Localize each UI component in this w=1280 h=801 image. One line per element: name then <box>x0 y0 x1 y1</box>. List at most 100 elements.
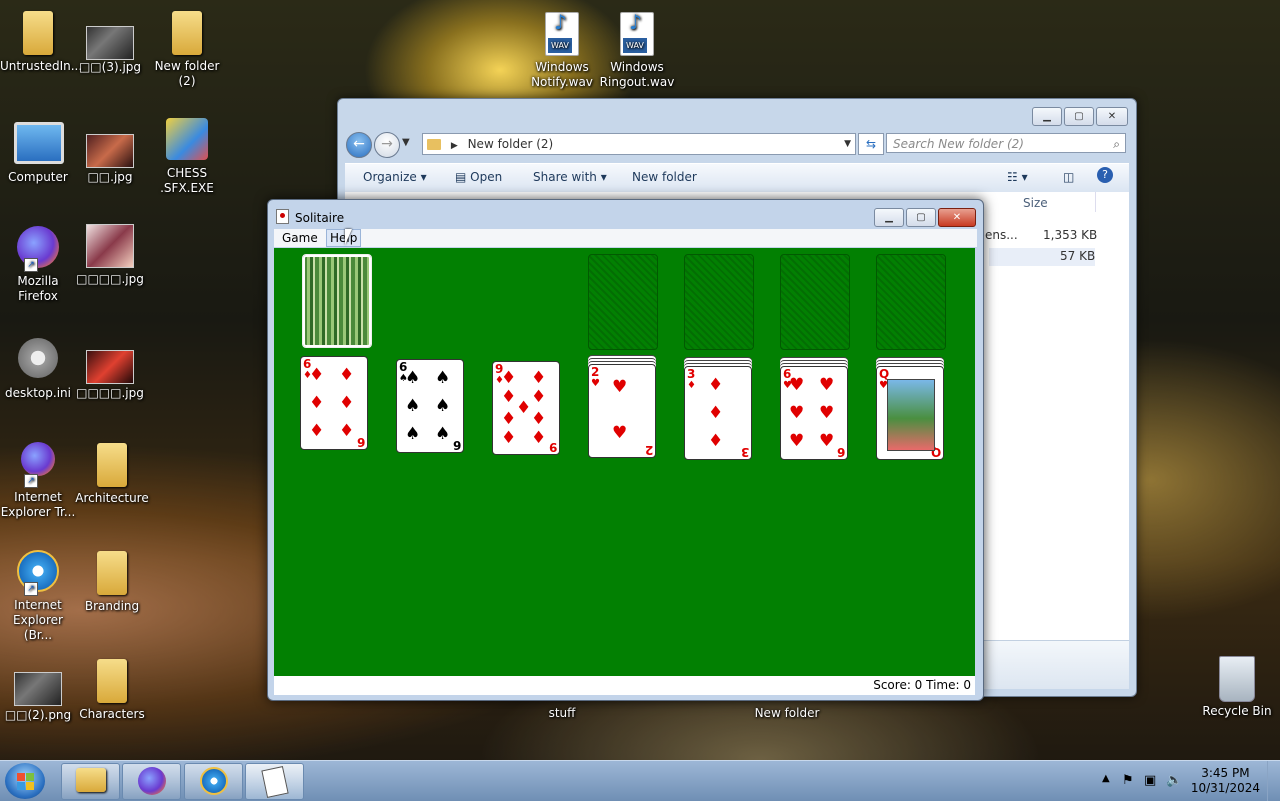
desktop-icon-ringout-wav[interactable]: Windows Ringout.wav <box>599 10 675 90</box>
card-pip: ♦ <box>501 387 517 407</box>
desktop-icon-label: Computer <box>8 170 68 184</box>
desktop-icon-computer[interactable]: Computer <box>0 118 76 185</box>
stock-pile[interactable] <box>302 254 372 348</box>
tableau-card-4[interactable]: 2 ♥ 2 ♥ ♥ <box>588 363 656 458</box>
column-divider <box>1095 192 1096 212</box>
computer-icon <box>14 122 64 168</box>
tableau-card-1[interactable]: 6 ♦ 6 ♦ ♦ ♦ ♦ ♦ ♦ <box>300 356 368 450</box>
taskbar-ie[interactable] <box>184 763 243 800</box>
foundation-slot-1[interactable] <box>588 254 658 350</box>
new-folder-button[interactable]: New folder <box>632 170 697 184</box>
desktop-icon-stuff[interactable]: stuff <box>524 706 600 721</box>
card-pip: ♥ <box>789 403 805 423</box>
card-pip: ♦ <box>708 375 724 395</box>
start-button[interactable] <box>5 763 45 799</box>
desktop-icon-characters[interactable]: Characters <box>74 656 150 722</box>
desktop-icon-label: New folder (2) <box>154 59 220 88</box>
desktop-icon-ie-tr[interactable]: ↗ Internet Explorer Tr... <box>0 440 76 520</box>
clock[interactable]: 3:45 PM 10/31/2024 <box>1191 766 1260 796</box>
column-size[interactable]: Size <box>1023 196 1048 210</box>
tableau-card-7[interactable]: Q ♥ Q <box>876 366 944 460</box>
share-with-button[interactable]: Share with ▾ <box>533 170 607 184</box>
foundation-slot-3[interactable] <box>780 254 850 350</box>
card-pip: ♠ <box>405 423 421 444</box>
desktop-icon-image-3[interactable]: □□(3).jpg <box>72 22 148 75</box>
maximize-button[interactable]: ▢ <box>1064 107 1094 126</box>
desktop-icon-untrusted[interactable]: UntrustedIn... <box>0 8 82 74</box>
view-options-icon[interactable]: ☷ ▾ <box>1007 170 1028 184</box>
menu-game[interactable]: Game <box>282 231 318 245</box>
card-pip: ♥ <box>819 375 835 395</box>
desktop-icon-label: Windows Notify.wav <box>531 60 593 89</box>
taskbar-firefox[interactable] <box>122 763 181 800</box>
card-pip: ♦ <box>531 428 547 448</box>
maximize-button[interactable]: ▢ <box>906 208 936 227</box>
desktop-icon-chess-exe[interactable]: CHESS .SFX.EXE <box>149 116 225 196</box>
desktop-icon-label: Internet Explorer Tr... <box>0 490 76 519</box>
foundation-slot-4[interactable] <box>876 254 946 350</box>
card-pip: ♦ <box>501 368 517 388</box>
tableau-card-2[interactable]: 6 ♠ 6 ♠ ♠ ♠ ♠ ♠ ♠ <box>396 358 464 453</box>
desktop-icon-desktop-ini[interactable]: desktop.ini <box>0 334 76 401</box>
menu-help[interactable]: Help <box>326 229 362 247</box>
score-time: Score: 0 Time: 0 <box>873 678 971 692</box>
organize-button[interactable]: Organize ▾ <box>363 170 427 184</box>
forward-button[interactable]: → <box>374 132 400 158</box>
folder-icon <box>88 659 136 705</box>
taskbar-solitaire[interactable] <box>245 763 304 800</box>
address-text: New folder (2) <box>467 137 554 151</box>
tableau-card-5[interactable]: 3 ♦ 3 ♦ ♦ ♦ <box>684 366 752 460</box>
recent-pages-chevron-icon[interactable]: ▼ <box>402 137 410 148</box>
minimize-button[interactable]: ▁ <box>874 208 904 227</box>
desktop-icon-recycle-bin[interactable]: Recycle Bin <box>1199 656 1275 719</box>
desktop-icon-label: Mozilla Firefox <box>17 274 59 303</box>
refresh-button[interactable]: ⇆ <box>858 133 884 155</box>
help-icon[interactable]: ? <box>1097 167 1113 183</box>
wav-icon <box>538 12 586 58</box>
desktop-icon-image[interactable]: □□.jpg <box>72 130 148 185</box>
desktop-icon-image-5[interactable]: □□□□.jpg <box>72 346 148 401</box>
image-icon <box>14 672 62 706</box>
desktop-icon-label: Characters <box>79 707 145 721</box>
desktop-icon-ie-br[interactable]: ↗ Internet Explorer (Br... <box>0 548 76 643</box>
preview-pane-icon[interactable]: ◫ <box>1063 170 1074 184</box>
card-pip: ♥ <box>789 431 805 451</box>
card-pip: ♥ <box>612 422 628 443</box>
address-dropdown-icon[interactable]: ▼ <box>844 134 851 154</box>
search-input[interactable]: Search New folder (2) ⌕ <box>886 133 1126 153</box>
desktop-icon-new-folder-2[interactable]: New folder (2) <box>149 8 225 89</box>
tableau-card-3[interactable]: 9 ♦ 9 ♦ ♦ ♦ ♦ ♦ ♦ ♦ ♦ ♦ <box>492 361 560 455</box>
address-bar[interactable]: ▶ New folder (2) ▼ <box>422 133 856 155</box>
game-table[interactable]: 6 ♦ 6 ♦ ♦ ♦ ♦ ♦ ♦ 6 ♠ 6 ♠ ♠ ♠ ♠ ♠ ♠ 9 ♦ 9 ♦ ♦ ♦ ♦ ♦ ♦ ♦ ♦ ♦ 2 ♥ 2 ♥ ♥ 3 ♦ 3 ♦ ♦… <box>274 248 975 676</box>
folder-user-icon <box>14 11 62 57</box>
image-icon <box>86 26 134 60</box>
tableau-card-6[interactable]: 6 ♥ 6 ♥ ♥ ♥ ♥ ♥ ♥ <box>780 366 848 460</box>
back-button[interactable]: ← <box>346 132 372 158</box>
card-pip: ♦ <box>501 409 517 429</box>
desktop-icon-label: Architecture <box>75 491 149 505</box>
taskbar-explorer[interactable] <box>61 763 120 800</box>
desktop-icon-architecture[interactable]: Architecture <box>74 440 150 506</box>
card-pip: ♠ <box>405 395 421 416</box>
desktop-icon-image-4[interactable]: □□□□.jpg <box>72 224 148 287</box>
desktop-icon-branding[interactable]: Branding <box>74 548 150 614</box>
close-button[interactable]: ✕ <box>938 208 976 227</box>
show-desktop-button[interactable] <box>1267 761 1280 801</box>
card-pip: ♦ <box>501 428 517 448</box>
desktop-icon-label: desktop.ini <box>5 386 71 400</box>
action-center-flag-icon[interactable]: ⚑ <box>1122 773 1134 788</box>
desktop-icon-notify-wav[interactable]: Windows Notify.wav <box>524 10 600 90</box>
open-button[interactable]: ▤ Open <box>455 170 502 184</box>
network-icon[interactable]: ▣ <box>1144 773 1156 788</box>
image-icon <box>86 134 134 168</box>
close-button[interactable]: ✕ <box>1096 107 1128 126</box>
card-pip: ♦ <box>309 365 325 385</box>
desktop-icon-png-2[interactable]: □□(2).png <box>0 668 76 723</box>
desktop-icon-new-folder[interactable]: New folder <box>749 706 825 721</box>
foundation-slot-2[interactable] <box>684 254 754 350</box>
volume-icon[interactable]: 🔈 <box>1166 773 1182 788</box>
desktop-icon-firefox[interactable]: ↗ Mozilla Firefox <box>0 224 76 304</box>
solitaire-window[interactable]: Solitaire ▁ ▢ ✕ Game Help 6 ♦ 6 ♦ ♦ ♦ ♦ ♦ ♦ 6 ♠ 6 ♠ ♠… <box>267 199 984 701</box>
minimize-button[interactable]: ▁ <box>1032 107 1062 126</box>
show-hidden-icons-icon[interactable]: ▲ <box>1102 773 1110 784</box>
